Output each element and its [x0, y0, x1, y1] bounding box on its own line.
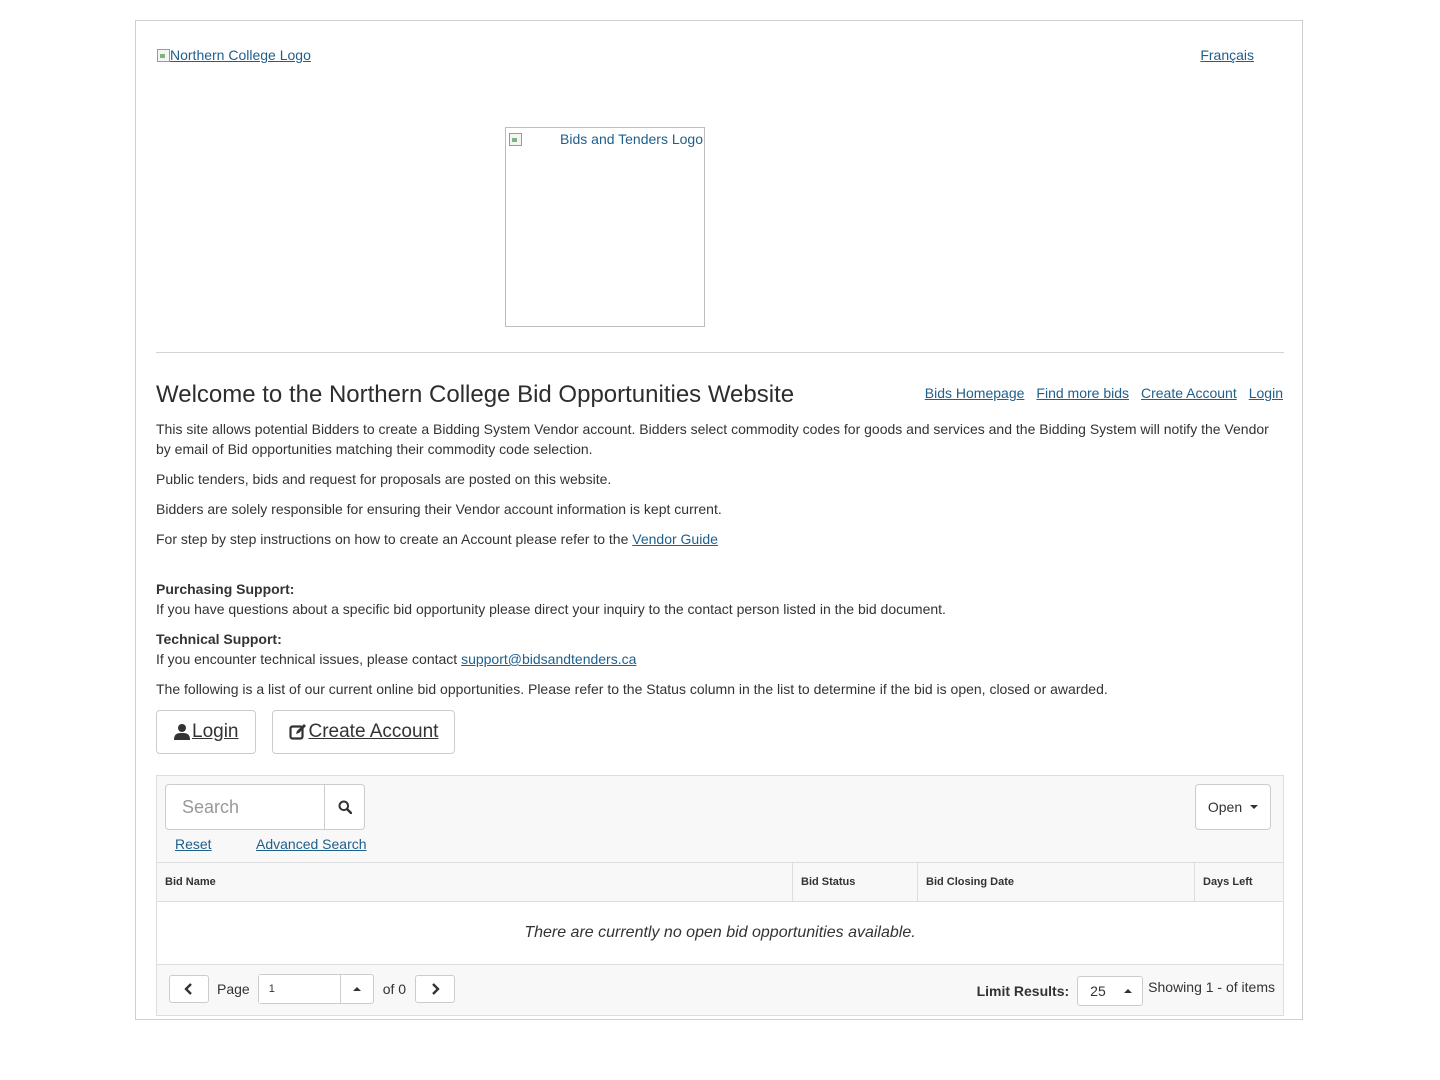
- edit-icon: [288, 724, 306, 740]
- search-icon: [338, 800, 352, 814]
- page-frame: Northern College Logo Français Bids and …: [135, 20, 1303, 1020]
- technical-heading: Technical Support:: [156, 631, 282, 647]
- purchasing-text: If you have questions about a specific b…: [156, 601, 946, 617]
- vendor-guide-paragraph: For step by step instructions on how to …: [156, 529, 1284, 549]
- welcome-content: This site allows potential Bidders to cr…: [156, 419, 1284, 709]
- user-icon: [174, 724, 190, 740]
- empty-table-message: There are currently no open bid opportun…: [157, 902, 1283, 965]
- login-button[interactable]: Login: [156, 710, 256, 754]
- purchasing-heading: Purchasing Support:: [156, 581, 295, 597]
- page-spin-button[interactable]: [341, 975, 373, 1003]
- create-account-link[interactable]: Create Account: [1141, 385, 1237, 401]
- chevron-down-icon: [1250, 805, 1259, 809]
- purchasing-support: Purchasing Support: If you have questions…: [156, 579, 1284, 619]
- intro-paragraph: This site allows potential Bidders to cr…: [156, 421, 1269, 457]
- support-email-link[interactable]: support@bidsandtenders.ca: [461, 651, 636, 667]
- chevron-right-icon: [432, 983, 440, 995]
- vendor-guide-link[interactable]: Vendor Guide: [632, 531, 718, 547]
- vendor-guide-prefix: For step by step instructions on how to …: [156, 531, 633, 547]
- page-count-label: of 0: [382, 981, 407, 997]
- table-header: Bid Name Bid Status Bid Closing Date Day…: [157, 862, 1283, 902]
- bids-panel: Reset Advanced Search Open Bid Name Bid …: [156, 775, 1284, 1016]
- responsibility-paragraph: Bidders are solely responsible for ensur…: [156, 501, 722, 517]
- limit-results-value: 25: [1090, 983, 1106, 999]
- showing-count: Showing 1 - of items: [1148, 979, 1275, 995]
- limit-results-select[interactable]: 25: [1077, 976, 1144, 1006]
- search-button[interactable]: [325, 784, 365, 830]
- limit-results-label: Limit Results:: [976, 983, 1070, 999]
- column-bid-status[interactable]: Bid Status: [793, 863, 918, 901]
- chevron-left-icon: [184, 983, 192, 995]
- page-number-input[interactable]: [258, 975, 341, 1003]
- college-logo-alt: Northern College Logo: [170, 47, 311, 63]
- search-group: [165, 784, 365, 830]
- column-bid-closing-date[interactable]: Bid Closing Date: [918, 863, 1195, 901]
- action-buttons: Login Create Account: [156, 710, 456, 754]
- column-days-left[interactable]: Days Left: [1195, 863, 1283, 901]
- status-filter-value: Open: [1207, 799, 1243, 815]
- pagination: Page of 0: [169, 974, 456, 1004]
- broken-image-icon: [156, 48, 170, 62]
- chevron-up-icon: [352, 987, 361, 991]
- previous-page-button[interactable]: [169, 975, 209, 1003]
- next-page-button[interactable]: [415, 975, 456, 1003]
- empty-message-text: There are currently no open bid opportun…: [524, 924, 916, 941]
- tender-logo-alt: Bids and Tenders Logo: [560, 131, 703, 147]
- top-nav: Bids Homepage Find more bids Create Acco…: [925, 385, 1283, 401]
- language-link[interactable]: Français: [1200, 47, 1254, 63]
- advanced-search-link[interactable]: Advanced Search: [256, 836, 367, 852]
- chevron-up-icon: [1123, 989, 1132, 993]
- college-logo-link[interactable]: Northern College Logo: [156, 47, 311, 63]
- broken-image-icon: [508, 132, 522, 146]
- status-filter-dropdown[interactable]: Open: [1195, 784, 1271, 830]
- create-account-button[interactable]: Create Account: [271, 710, 456, 754]
- column-bid-name[interactable]: Bid Name: [157, 863, 793, 901]
- page-title: Welcome to the Northern College Bid Oppo…: [156, 381, 795, 408]
- reset-link[interactable]: Reset: [175, 836, 212, 852]
- tender-logo: Bids and Tenders Logo: [505, 127, 705, 327]
- public-tenders-paragraph: Public tenders, bids and request for pro…: [156, 471, 612, 487]
- list-intro: The following is a list of our current o…: [156, 681, 1108, 697]
- technical-support: Technical Support: If you encounter techn…: [156, 629, 1284, 669]
- search-input[interactable]: [165, 784, 325, 830]
- technical-prefix: If you encounter technical issues, pleas…: [156, 651, 462, 667]
- page-label: Page: [217, 981, 250, 997]
- bids-homepage-link[interactable]: Bids Homepage: [925, 385, 1025, 401]
- limit-results: Limit Results: 25 Showing 1 - of items: [977, 976, 1275, 1006]
- page-number-stepper: [257, 974, 374, 1004]
- find-more-bids-link[interactable]: Find more bids: [1036, 385, 1129, 401]
- divider: [156, 352, 1284, 353]
- create-account-button-label: Create Account: [308, 721, 439, 742]
- login-button-label: Login: [192, 721, 239, 742]
- login-link[interactable]: Login: [1249, 385, 1283, 401]
